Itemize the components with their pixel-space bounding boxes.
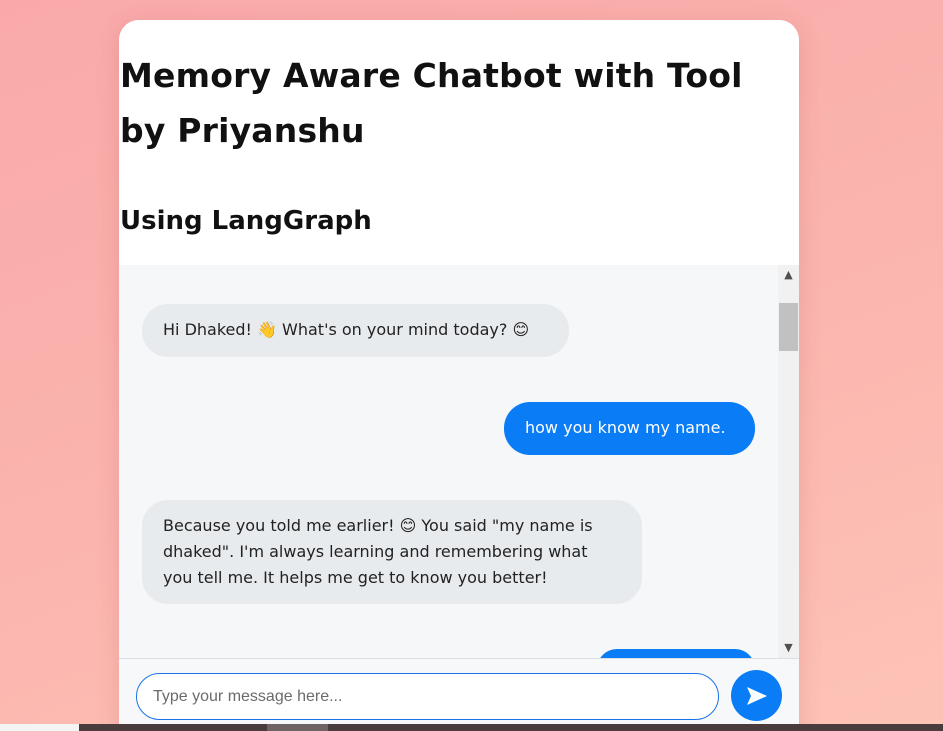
user-message <box>597 649 755 658</box>
taskbar-tab[interactable] <box>267 724 328 731</box>
taskbar-tab[interactable] <box>0 724 79 731</box>
taskbar <box>0 724 943 731</box>
scrollbar-thumb[interactable] <box>779 303 798 351</box>
message-input[interactable] <box>136 673 719 720</box>
page-subtitle: Using LangGraph <box>120 206 372 236</box>
page-title: Memory Aware Chatbot with Tool by Priyan… <box>120 56 743 150</box>
send-icon <box>746 686 767 705</box>
chat-header: Memory Aware Chatbot with Tool by Priyan… <box>119 20 799 265</box>
scroll-down-arrow-icon[interactable]: ▼ <box>778 638 799 658</box>
message-input-bar <box>119 658 799 731</box>
bot-message: Hi Dhaked! 👋 What's on your mind today? … <box>142 304 569 357</box>
send-button[interactable] <box>731 670 782 721</box>
bot-message: Because you told me earlier! 😊 You said … <box>142 500 642 604</box>
user-message: how you know my name. <box>504 402 755 455</box>
chat-scrollbar[interactable]: ▲ ▼ <box>778 265 799 658</box>
chat-card: Memory Aware Chatbot with Tool by Priyan… <box>119 20 799 731</box>
scroll-up-arrow-icon[interactable]: ▲ <box>778 265 799 285</box>
chat-messages[interactable]: Hi Dhaked! 👋 What's on your mind today? … <box>119 265 799 658</box>
